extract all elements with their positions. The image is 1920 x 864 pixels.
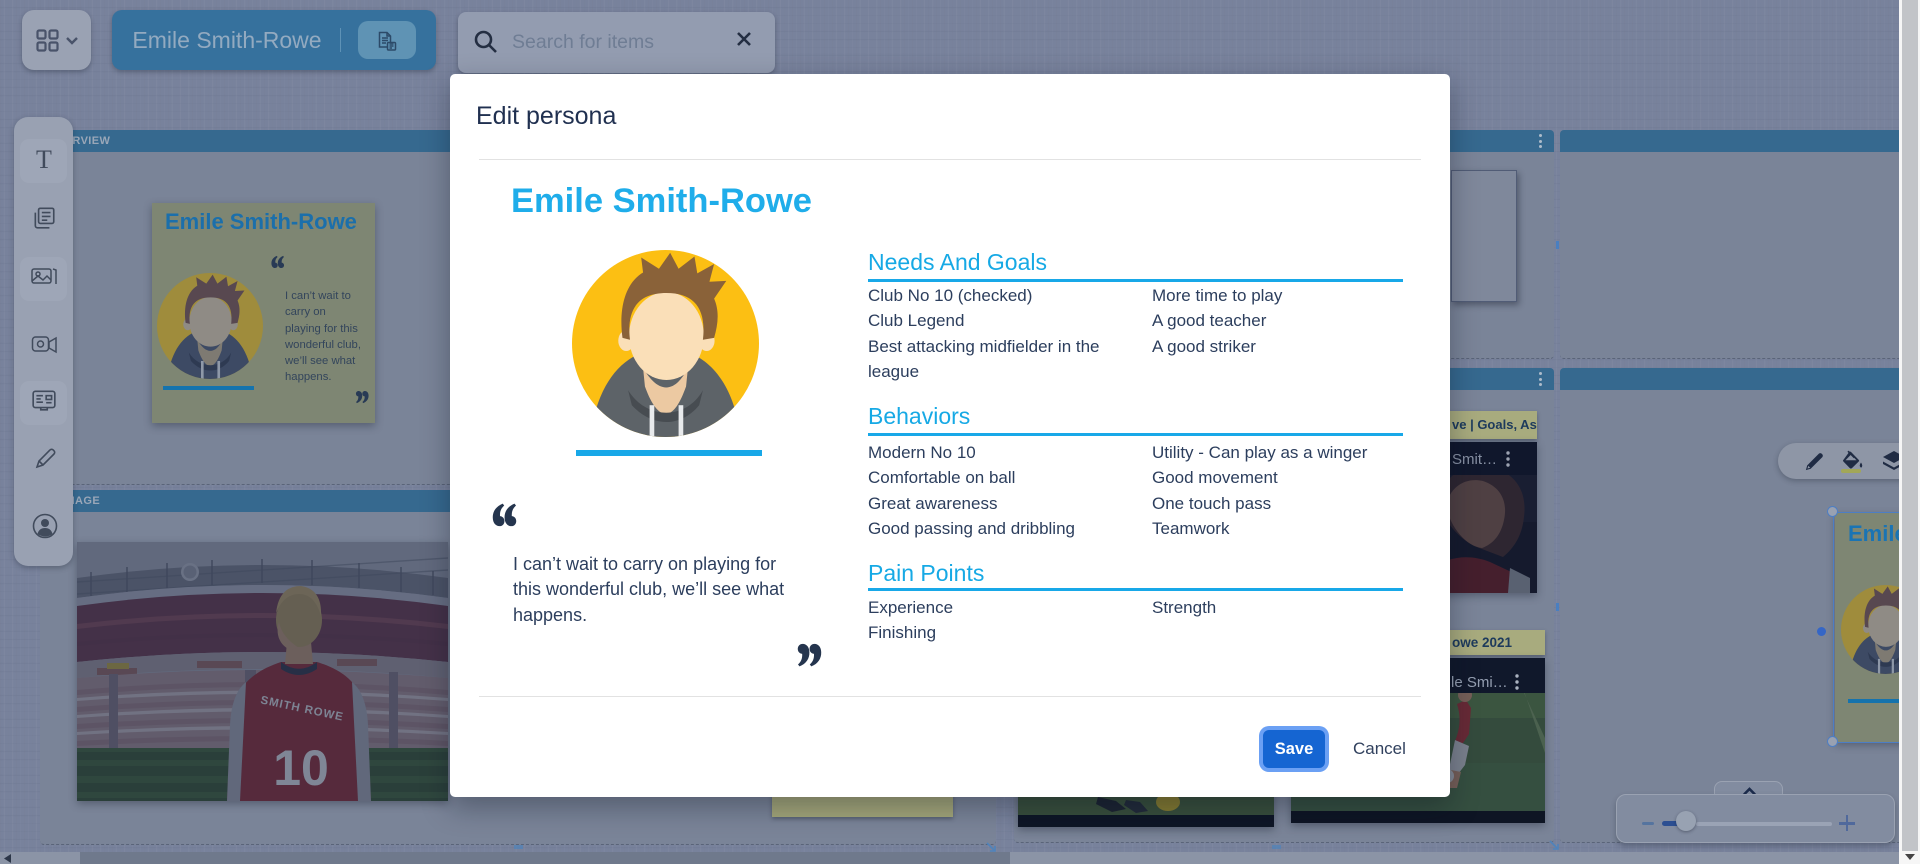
svg-text:T: T bbox=[36, 146, 52, 172]
